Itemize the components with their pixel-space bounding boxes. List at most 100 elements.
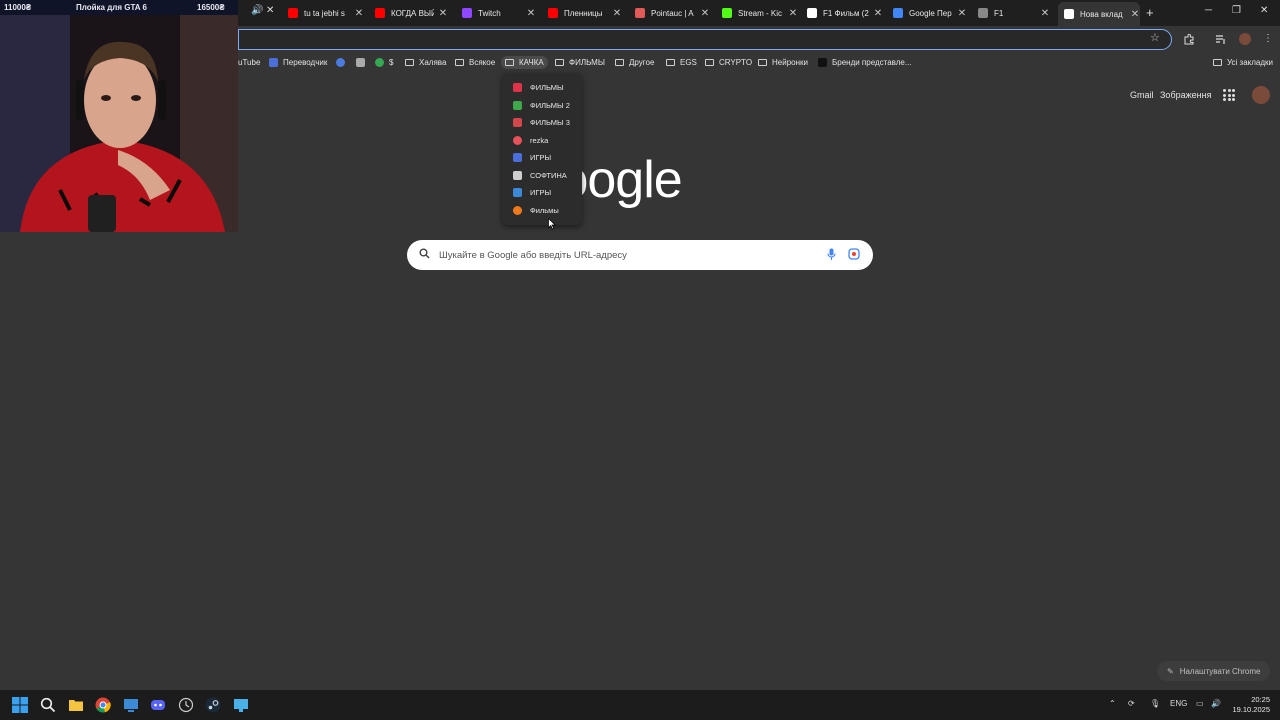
- bookmark-folder-films[interactable]: ФИЛЬМЫ: [555, 56, 605, 69]
- windows-start-icon[interactable]: [12, 697, 28, 713]
- remote-desktop-icon[interactable]: [123, 697, 139, 713]
- restore-icon[interactable]: ❐: [1232, 5, 1241, 16]
- bookmark-folder-menu: ФИЛЬМЫ ФИЛЬМЫ 2 ФИЛЬМЫ 3 rezka ИГРЫ СОФТ…: [502, 73, 582, 225]
- bookmark-folder-misc[interactable]: Всякое: [455, 56, 495, 69]
- bookmark-translator[interactable]: Переводчик: [269, 56, 327, 69]
- chrome-icon[interactable]: [95, 697, 111, 713]
- tab-youtube-2[interactable]: КОГДА ВЫЙД ✕: [375, 3, 448, 23]
- bookmark-folder-other[interactable]: Другое: [615, 56, 654, 69]
- folder-icon: [615, 59, 624, 66]
- rezka-favicon-icon: [513, 135, 522, 145]
- gmail-link[interactable]: Gmail: [1130, 90, 1154, 100]
- tab-close-icon[interactable]: ✕: [1040, 8, 1050, 19]
- sync-icon[interactable]: ⟳: [1128, 699, 1135, 708]
- tab-close-icon[interactable]: ✕: [438, 8, 448, 19]
- menu-item-films-3[interactable]: ФИЛЬМЫ 3: [502, 114, 582, 131]
- steam-icon[interactable]: [205, 697, 221, 713]
- tab-close-icon[interactable]: ✕: [1130, 9, 1140, 20]
- images-link[interactable]: Зображення: [1160, 90, 1211, 100]
- google-favicon-icon: [807, 8, 817, 18]
- search-box[interactable]: [407, 240, 873, 270]
- rezka-favicon-icon: [978, 8, 988, 18]
- profile-avatar[interactable]: [1239, 33, 1251, 45]
- search-input[interactable]: [439, 246, 819, 264]
- bookmark-folder-ai[interactable]: Нейронки: [758, 56, 808, 69]
- bookmark-globe[interactable]: [336, 56, 350, 69]
- twitch-favicon-icon: [462, 8, 472, 18]
- globe-icon: [336, 58, 345, 67]
- bookmark-folder-freebies[interactable]: Халява: [405, 56, 446, 69]
- tab-pointauc[interactable]: Pointauc | A ✕: [635, 3, 710, 23]
- tab-kick[interactable]: Stream - Kic ✕: [722, 3, 798, 23]
- tab-f1[interactable]: F1 ✕: [978, 3, 1050, 23]
- minimize-icon[interactable]: ─: [1205, 5, 1212, 16]
- close-window-icon[interactable]: ✕: [1260, 5, 1268, 16]
- tab-close-icon[interactable]: ✕: [957, 8, 967, 19]
- site-favicon-icon: [513, 100, 522, 110]
- tab-new-tab[interactable]: Нова вклад ✕: [1058, 2, 1140, 26]
- bookmark-folder-crypto[interactable]: CRYPTO: [705, 56, 752, 69]
- tab-close-icon[interactable]: ✕: [354, 8, 364, 19]
- discord-icon[interactable]: [150, 697, 166, 713]
- bookmark-youtube[interactable]: uTube: [238, 56, 260, 69]
- microphone-tray-icon[interactable]: 🎙: [1150, 699, 1160, 708]
- tab-close-icon[interactable]: ✕: [612, 8, 622, 19]
- streamer-video-image: [0, 0, 238, 232]
- folder-icon: [1213, 59, 1222, 66]
- extensions-icon[interactable]: [1183, 34, 1194, 45]
- tab-close-icon[interactable]: ✕: [266, 5, 274, 16]
- bookmark-folder-kachka[interactable]: КАЧКА: [501, 56, 548, 69]
- customize-chrome-button[interactable]: ✎ Налаштувати Chrome: [1157, 661, 1271, 681]
- display-icon[interactable]: ▭: [1196, 699, 1204, 708]
- bookmark-brands[interactable]: Бренди представле...: [818, 56, 912, 69]
- menu-item-rezka[interactable]: rezka: [502, 132, 582, 149]
- microphone-icon[interactable]: [827, 248, 836, 261]
- tray-overflow-icon[interactable]: ⌃: [1109, 699, 1116, 708]
- tab-google-translate[interactable]: Google Пер ✕: [893, 3, 967, 23]
- tab-close-icon[interactable]: ✕: [526, 8, 536, 19]
- media-controls-icon[interactable]: [1215, 34, 1226, 45]
- google-apps-icon[interactable]: [1223, 89, 1235, 101]
- folder-icon: [705, 59, 714, 66]
- system-clock[interactable]: 20:25 19.10.2025: [1228, 695, 1270, 715]
- folder-icon: [758, 59, 767, 66]
- google-lens-icon[interactable]: [848, 248, 860, 260]
- bookmark-star-icon[interactable]: ☆: [1150, 31, 1160, 44]
- new-tab-button[interactable]: +: [1146, 5, 1154, 20]
- bookmark-app[interactable]: [356, 56, 370, 69]
- file-explorer-icon[interactable]: [68, 697, 84, 713]
- tab-close-icon[interactable]: ✕: [788, 8, 798, 19]
- menu-item-films[interactable]: ФИЛЬМЫ: [502, 79, 582, 96]
- tab-twitch[interactable]: Twitch ✕: [462, 3, 536, 23]
- volume-icon[interactable]: 🔊: [1211, 699, 1221, 708]
- account-avatar[interactable]: [1252, 86, 1270, 104]
- all-bookmarks-button[interactable]: Усі закладки: [1213, 56, 1273, 69]
- menu-item-games[interactable]: ИГРЫ: [502, 149, 582, 166]
- bookmark-dollar[interactable]: $: [375, 56, 393, 69]
- youtube-favicon-icon: [548, 8, 558, 18]
- bookmark-folder-egs[interactable]: EGS: [666, 56, 697, 69]
- monitor-app-icon[interactable]: [233, 697, 249, 713]
- menu-item-films-2[interactable]: ФИЛЬМЫ 2: [502, 97, 582, 114]
- search-icon: [419, 248, 430, 259]
- tab-youtube-1[interactable]: tu ta jebhi s ✕: [288, 3, 364, 23]
- tab-f1-film[interactable]: F1 Фильм (2 ✕: [807, 3, 883, 23]
- tab-youtube-3[interactable]: Пленницы ✕: [548, 3, 622, 23]
- address-bar[interactable]: [238, 29, 1172, 50]
- menu-item-software[interactable]: СОФТИНА: [502, 167, 582, 184]
- speaker-icon[interactable]: 🔊: [251, 5, 263, 16]
- menu-icon[interactable]: ⋮: [1263, 33, 1273, 44]
- menu-item-games-2[interactable]: ИГРЫ: [502, 184, 582, 201]
- clock-app-icon[interactable]: [178, 697, 194, 713]
- search-icon[interactable]: [40, 697, 56, 713]
- youtube-favicon-icon: [288, 8, 298, 18]
- language-indicator[interactable]: ENG: [1170, 699, 1187, 708]
- tab-close-icon[interactable]: ✕: [700, 8, 710, 19]
- site-favicon-icon: [513, 83, 522, 92]
- chrome-favicon-icon: [1064, 9, 1074, 19]
- taskbar: ⌃ ⟳ 🎙 ENG ▭ 🔊 20:25 19.10.2025: [0, 690, 1280, 720]
- tab-close-icon[interactable]: ✕: [873, 8, 883, 19]
- folder-icon: [405, 59, 414, 66]
- menu-item-films-4[interactable]: Фильмы: [502, 202, 582, 219]
- translate-icon: [269, 58, 278, 67]
